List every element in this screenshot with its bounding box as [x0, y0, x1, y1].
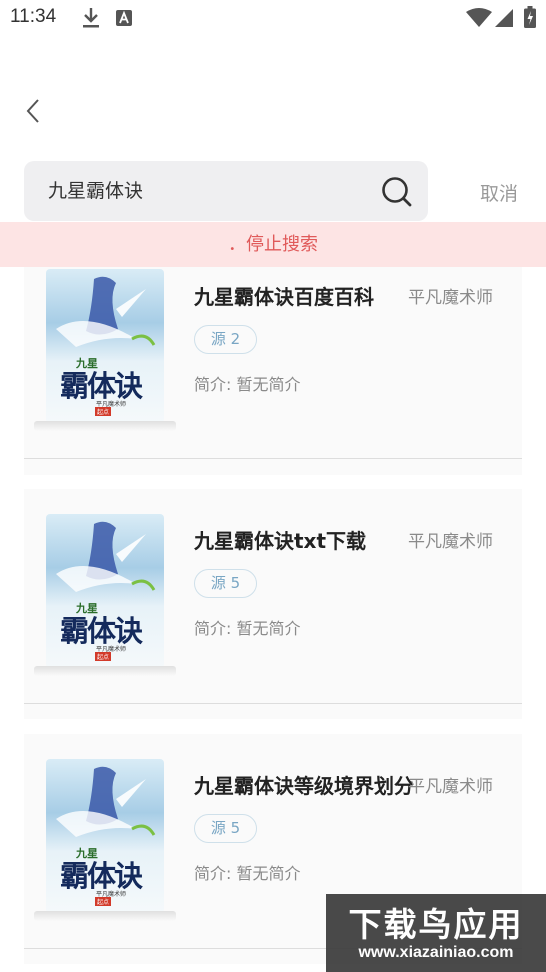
source-badge[interactable]: 源 5 [194, 814, 257, 843]
download-icon [83, 8, 99, 28]
list-item[interactable]: 九星 霸体诀 平凡魔术师 起点 九星霸体诀百度百科 平凡魔术师 源 2 简介: … [24, 267, 522, 475]
book-author: 平凡魔术师 [408, 288, 493, 308]
wifi-icon [466, 8, 492, 27]
book-title: 九星霸体诀百度百科 [194, 285, 374, 309]
cover-shadow [34, 666, 176, 676]
watermark-logo: 下载鸟应用 www.xiazainiao.com [326, 894, 546, 972]
watermark-url: www.xiazainiao.com [358, 944, 514, 961]
list-item[interactable]: 九星 霸体诀 平凡魔术师 起点 九星霸体诀txt下载 平凡魔术师 源 5 简介:… [24, 489, 522, 719]
stop-search-banner[interactable]: ．停止搜索 [0, 222, 546, 267]
cover-publisher: 起点 [95, 897, 112, 906]
a-notification-icon [116, 10, 132, 26]
book-author: 平凡魔术师 [408, 532, 493, 552]
book-intro: 简介: 暂无简介 [194, 619, 301, 638]
source-badge[interactable]: 源 2 [194, 325, 257, 354]
divider [24, 458, 522, 459]
status-bar: 11:34 [0, 0, 546, 38]
cover-publisher: 起点 [95, 652, 112, 661]
book-intro: 简介: 暂无简介 [194, 864, 301, 883]
status-time: 11:34 [10, 6, 57, 27]
cover-publisher: 起点 [95, 407, 112, 416]
chevron-left-icon [26, 99, 39, 123]
book-author: 平凡魔术师 [408, 777, 493, 797]
cover-shadow [34, 911, 176, 921]
divider [24, 703, 522, 704]
search-bar[interactable] [24, 161, 428, 221]
search-input[interactable] [48, 161, 368, 221]
book-title: 九星霸体诀txt下载 [194, 529, 367, 553]
back-button[interactable] [18, 94, 48, 128]
cover-shadow [34, 421, 176, 431]
book-title: 九星霸体诀等级境界划分 [194, 774, 414, 798]
cancel-button[interactable]: 取消 [480, 179, 518, 206]
source-badge[interactable]: 源 5 [194, 569, 257, 598]
search-results-list: 九星 霸体诀 平凡魔术师 起点 九星霸体诀百度百科 平凡魔术师 源 2 简介: … [0, 267, 546, 972]
signal-icon [495, 9, 513, 27]
search-icon[interactable] [381, 176, 413, 208]
book-intro: 简介: 暂无简介 [194, 375, 301, 394]
watermark-title: 下载鸟应用 [348, 905, 524, 944]
battery-icon [524, 6, 536, 28]
